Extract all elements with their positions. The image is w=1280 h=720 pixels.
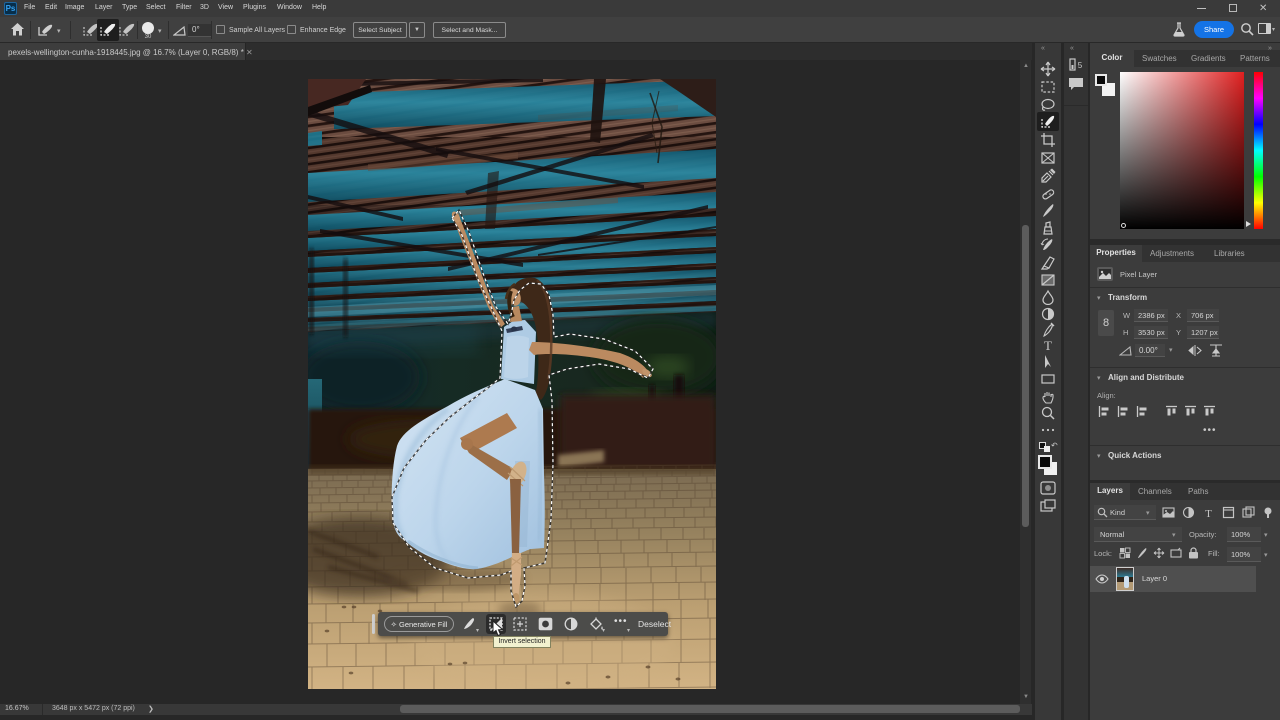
svg-text:5: 5 [1078, 61, 1083, 70]
svg-text:T: T [1205, 508, 1212, 519]
svg-text:T: T [1044, 338, 1052, 353]
